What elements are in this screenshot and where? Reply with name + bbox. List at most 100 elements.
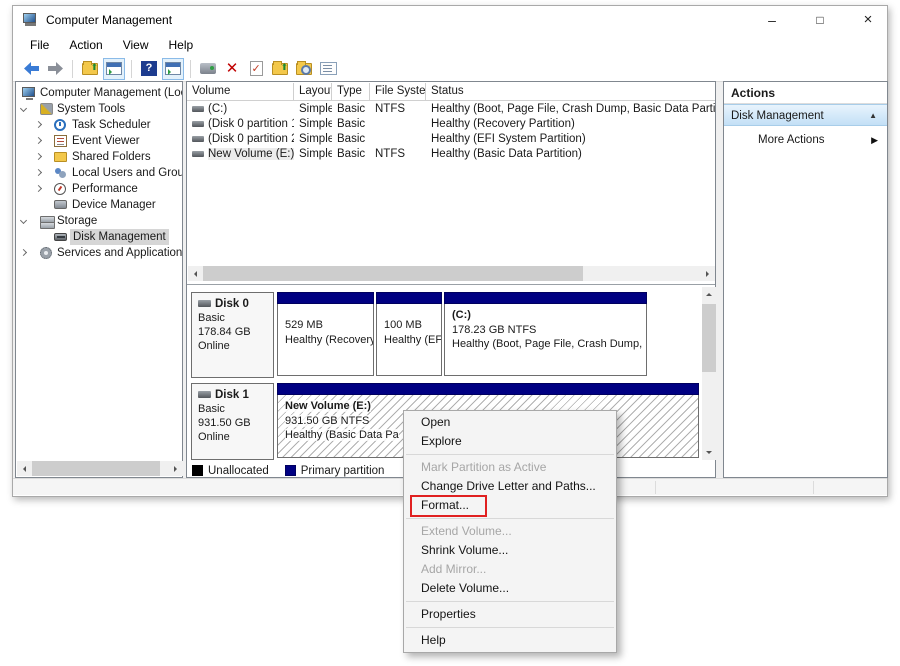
scroll-right-icon[interactable]	[168, 461, 183, 476]
tree-item-storage[interactable]: Storage	[16, 213, 182, 229]
delete-icon[interactable]: ✕	[221, 58, 243, 80]
title-bar: Computer Management – □ ×	[13, 6, 887, 34]
volume-row-selected[interactable]: New Volume (E:) Simple Basic NTFS Health…	[187, 147, 715, 162]
menu-view[interactable]: View	[113, 36, 159, 54]
scrollbar-thumb[interactable]	[203, 266, 583, 281]
scroll-left-icon[interactable]	[188, 266, 203, 281]
chevron-right-icon[interactable]	[20, 249, 27, 256]
volume-row[interactable]: (Disk 0 partition 1) Simple Basic Health…	[187, 117, 715, 132]
menu-separator	[406, 518, 614, 519]
disk0-partition-c[interactable]: (C:) 178.23 GB NTFS Healthy (Boot, Page …	[444, 292, 647, 376]
format-highlight-annotation	[410, 495, 487, 517]
scroll-down-icon[interactable]	[702, 445, 716, 460]
find-folder-icon[interactable]	[293, 58, 315, 80]
show-action-pane-icon[interactable]	[162, 58, 184, 80]
chevron-right-icon[interactable]	[35, 121, 42, 128]
console-pointer-icon[interactable]	[197, 58, 219, 80]
disk-icon	[198, 300, 211, 307]
users-icon	[54, 167, 67, 179]
tree-item-event-viewer[interactable]: Event Viewer	[16, 133, 182, 149]
disk0-partition-efi[interactable]: 100 MB Healthy (EFI S	[376, 292, 442, 376]
tree-item-task-scheduler[interactable]: Task Scheduler	[16, 117, 182, 133]
menu-item-shrink-volume[interactable]: Shrink Volume...	[404, 541, 616, 560]
tree-item-performance[interactable]: Performance	[16, 181, 182, 197]
disk1-header[interactable]: Disk 1 Basic 931.50 GB Online	[191, 383, 274, 460]
tree-item-system-tools[interactable]: System Tools	[16, 101, 182, 117]
services-icon	[40, 247, 52, 259]
menu-item-help[interactable]: Help	[404, 631, 616, 650]
tree-item-disk-management[interactable]: Disk Management	[16, 229, 182, 245]
scroll-left-icon[interactable]	[17, 461, 32, 476]
window-title: Computer Management	[46, 13, 172, 27]
tree-item-computer-management[interactable]: Computer Management (Local	[16, 85, 182, 101]
menu-item-mark-partition-active: Mark Partition as Active	[404, 458, 616, 477]
chevron-right-icon[interactable]	[35, 153, 42, 160]
menu-file[interactable]: File	[20, 36, 59, 54]
column-header-layout[interactable]: Layout	[294, 83, 332, 100]
tree-item-services-and-applications[interactable]: Services and Applications	[16, 245, 182, 261]
console-tree-panel: Computer Management (Local System Tools …	[15, 81, 183, 478]
task-scheduler-icon	[54, 119, 66, 131]
menu-item-change-drive-letter[interactable]: Change Drive Letter and Paths...	[404, 477, 616, 496]
pane-divider	[187, 284, 715, 285]
scroll-right-icon[interactable]	[700, 266, 715, 281]
actions-panel: Actions Disk Management ▲ More Actions ▶	[723, 81, 888, 478]
unallocated-swatch	[192, 465, 203, 476]
submenu-arrow-icon: ▶	[871, 129, 878, 151]
maximize-button[interactable]: □	[803, 10, 837, 30]
menu-item-open[interactable]: Open	[404, 413, 616, 432]
forward-icon[interactable]	[44, 58, 66, 80]
column-header-type[interactable]: Type	[332, 83, 370, 100]
collapse-icon[interactable]: ▲	[869, 105, 877, 127]
scrollbar-thumb[interactable]	[702, 304, 716, 372]
unallocated-label: Unallocated	[208, 465, 269, 477]
column-header-status[interactable]: Status	[426, 83, 715, 100]
chevron-right-icon[interactable]	[35, 169, 42, 176]
column-header-volume[interactable]: Volume	[187, 83, 294, 100]
menu-item-explore[interactable]: Explore	[404, 432, 616, 451]
storage-icon	[40, 215, 53, 227]
menu-bar: File Action View Help	[13, 34, 887, 56]
device-manager-icon	[54, 200, 67, 209]
disk-area-vertical-scrollbar[interactable]	[702, 287, 716, 460]
scrollbar-thumb[interactable]	[32, 461, 160, 476]
verify-doc-icon[interactable]	[245, 58, 267, 80]
column-header-file-system[interactable]: File System	[370, 83, 426, 100]
tree-item-local-users-and-groups[interactable]: Local Users and Groups	[16, 165, 182, 181]
tree-item-device-manager[interactable]: Device Manager	[16, 197, 182, 213]
back-icon[interactable]	[20, 58, 42, 80]
primary-partition-label: Primary partition	[301, 465, 385, 477]
menu-action[interactable]: Action	[59, 36, 112, 54]
chevron-down-icon[interactable]	[20, 105, 27, 112]
close-button[interactable]: ×	[851, 10, 885, 30]
menu-help[interactable]: Help	[159, 36, 204, 54]
volume-icon	[192, 151, 204, 157]
disk0-partition-recovery[interactable]: 529 MB Healthy (Recovery	[277, 292, 374, 376]
open-folder-icon[interactable]	[269, 58, 291, 80]
export-folder-icon[interactable]	[79, 58, 101, 80]
volume-row[interactable]: (Disk 0 partition 2) Simple Basic Health…	[187, 132, 715, 147]
scroll-up-icon[interactable]	[702, 287, 716, 302]
show-console-tree-icon[interactable]	[103, 58, 125, 80]
minimize-button[interactable]: –	[755, 10, 789, 30]
more-actions-item[interactable]: More Actions ▶	[724, 129, 887, 151]
menu-item-delete-volume[interactable]: Delete Volume...	[404, 579, 616, 598]
volume-list-header: Volume Layout Type File System Status	[187, 83, 715, 101]
properties-form-icon[interactable]	[317, 58, 339, 80]
chevron-right-icon[interactable]	[35, 185, 42, 192]
system-tools-icon	[40, 103, 53, 115]
tree-item-shared-folders[interactable]: Shared Folders	[16, 149, 182, 165]
tree-horizontal-scrollbar[interactable]	[17, 461, 183, 476]
volume-icon	[192, 121, 204, 127]
chevron-down-icon[interactable]	[20, 217, 27, 224]
partition-context-menu: Open Explore Mark Partition as Active Ch…	[403, 410, 617, 653]
volume-list-horizontal-scrollbar[interactable]	[188, 266, 715, 281]
volume-row[interactable]: (C:) Simple Basic NTFS Healthy (Boot, Pa…	[187, 102, 715, 117]
chevron-right-icon[interactable]	[35, 137, 42, 144]
menu-item-properties[interactable]: Properties	[404, 605, 616, 624]
actions-group-disk-management[interactable]: Disk Management ▲	[724, 104, 887, 126]
disk0-header[interactable]: Disk 0 Basic 178.84 GB Online	[191, 292, 274, 378]
help-icon[interactable]: ?	[138, 58, 160, 80]
app-icon	[23, 13, 38, 26]
actions-title: Actions	[724, 82, 887, 104]
